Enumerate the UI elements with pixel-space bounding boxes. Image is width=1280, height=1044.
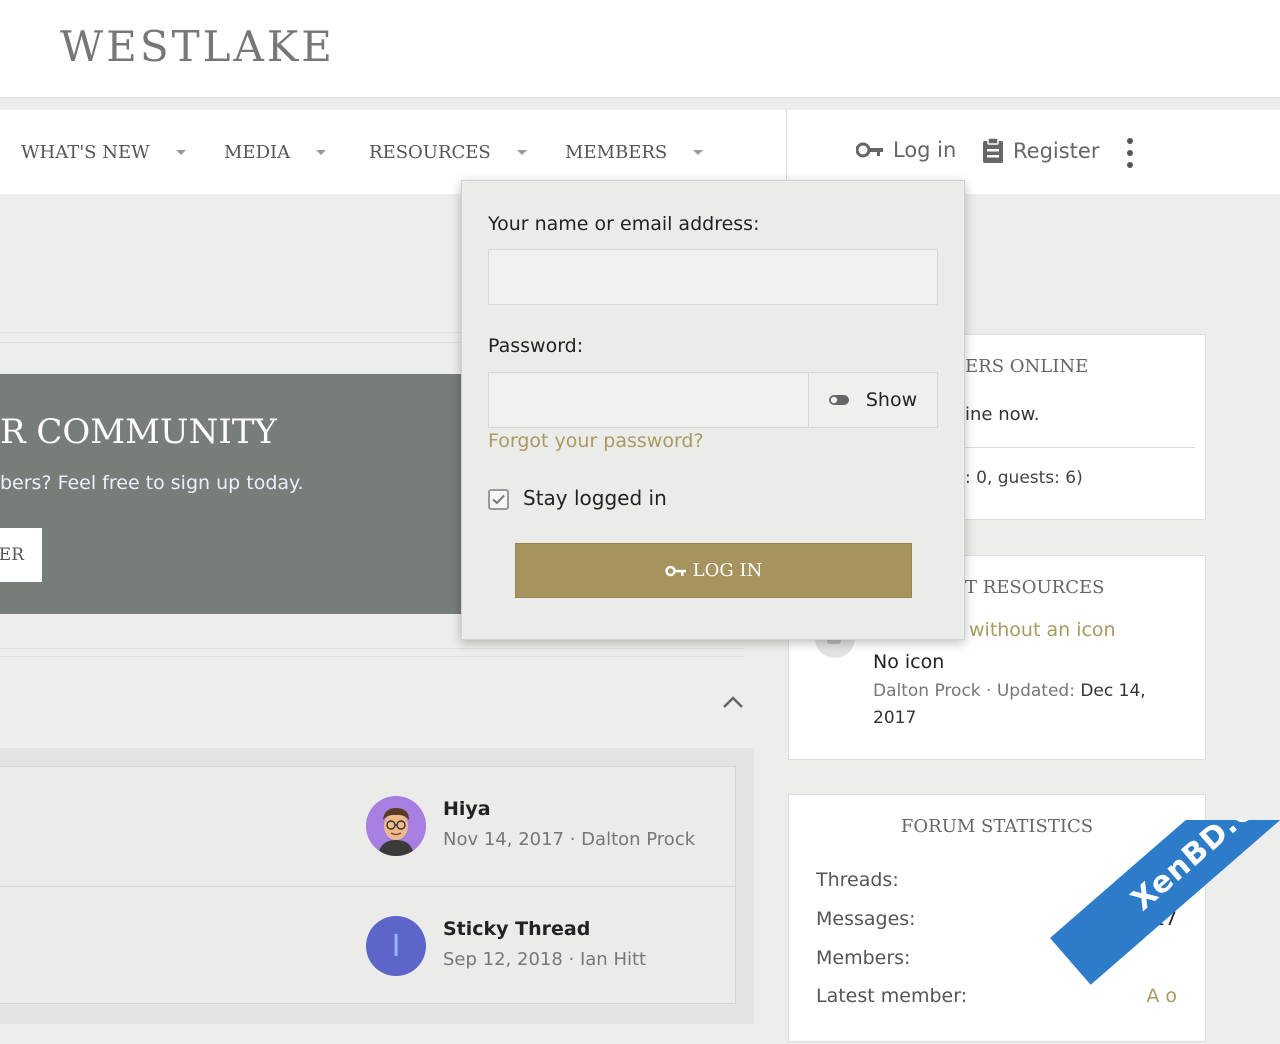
latest-member-link[interactable]: A o [1146, 985, 1177, 1007]
stat-label: Members: [816, 947, 911, 969]
show-password-button[interactable]: Show [808, 372, 938, 428]
divider [0, 342, 460, 343]
stat-label: Messages: [816, 908, 916, 930]
block-title[interactable]: ERS ONLINE [965, 356, 1088, 377]
password-label: Password: [488, 335, 584, 357]
thread-meta: Sep 12, 2018 · Ian Hitt [443, 949, 647, 970]
thread-title[interactable]: Sticky Thread [443, 918, 590, 940]
thread-title[interactable]: Hiya [443, 798, 491, 820]
username-label: Your name or email address: [488, 213, 760, 235]
check-icon [492, 494, 505, 505]
divider [0, 648, 744, 649]
clipboard-icon [982, 138, 1004, 164]
nav-item-members[interactable]: MEMBERS [565, 142, 704, 163]
stat-value: 13 [1152, 869, 1177, 891]
resource-date: Dec 14, [1080, 681, 1146, 701]
notice-banner: R COMMUNITY bers? Feel free to sign up t… [0, 374, 470, 614]
caret-down-icon[interactable] [516, 150, 527, 155]
thread-meta: Nov 14, 2017 · Dalton Prock [443, 829, 696, 850]
username-input[interactable] [488, 249, 938, 305]
show-label: Show [865, 389, 918, 411]
resource-name: No icon [873, 651, 945, 673]
block-title: FORUM STATISTICS [900, 816, 1094, 837]
divider [965, 447, 1195, 448]
login-link[interactable]: Log in [856, 138, 956, 162]
stat-value: 17 [1152, 908, 1177, 930]
site-header: WESTLAKE [0, 0, 1280, 98]
caret-down-icon[interactable] [175, 150, 186, 155]
nav-item-whats-new[interactable]: WHAT'S NEW [21, 142, 186, 163]
password-input[interactable] [488, 372, 809, 428]
register-link[interactable]: Register [982, 138, 1099, 164]
caret-down-icon[interactable] [693, 150, 704, 155]
more-vertical-icon[interactable] [1124, 138, 1136, 168]
chevron-up-icon[interactable] [722, 694, 744, 713]
thread-row[interactable]: I Sticky Thread Sep 12, 2018 · Ian Hitt [0, 886, 736, 1005]
avatar[interactable]: I [366, 916, 426, 976]
thread-row[interactable]: Hiya Nov 14, 2017 · Dalton Prock [0, 767, 736, 886]
login-submit-button[interactable]: LOG IN [515, 543, 912, 598]
online-text: ine now. [965, 404, 1040, 425]
thread-list: Hiya Nov 14, 2017 · Dalton Prock I Stick… [0, 766, 736, 1004]
nav-item-media[interactable]: MEDIA [224, 142, 327, 163]
person-avatar-icon [366, 796, 426, 856]
login-label: Log in [893, 138, 957, 162]
divider [0, 656, 744, 657]
resource-link[interactable]: without an icon [969, 619, 1116, 641]
stay-logged-in-checkbox[interactable] [488, 489, 509, 510]
nav-item-label: MEDIA [224, 142, 291, 163]
nav-item-label: MEMBERS [565, 142, 668, 163]
nav-item-label: WHAT'S NEW [21, 142, 150, 163]
caret-down-icon[interactable] [316, 150, 327, 155]
resource-meta: Dalton Prock · Updated: Dec 14, [873, 681, 1146, 701]
resource-author: Dalton Prock · Updated: [873, 681, 1081, 701]
block-title[interactable]: T RESOURCES [965, 577, 1104, 598]
login-submit-label: LOG IN [692, 560, 763, 581]
nav-item-label: RESOURCES [369, 142, 491, 163]
online-totals: : 0, guests: 6) [965, 468, 1083, 488]
login-menu: Your name or email address: Password: Sh… [461, 180, 965, 640]
register-label: Register [1013, 139, 1100, 163]
nav-item-resources[interactable]: RESOURCES [369, 142, 527, 163]
stat-label: Threads: [816, 869, 899, 891]
divider [0, 332, 460, 333]
notice-title: R COMMUNITY [0, 412, 277, 452]
stat-label: Latest member: [816, 985, 968, 1007]
forgot-password-link[interactable]: Forgot your password? [488, 430, 704, 452]
avatar[interactable] [366, 796, 426, 856]
key-icon [856, 142, 884, 158]
site-logo[interactable]: WESTLAKE [60, 22, 335, 71]
register-button[interactable]: ER [0, 528, 42, 582]
notice-subtitle: bers? Feel free to sign up today. [0, 472, 304, 494]
toggle-icon [828, 395, 849, 405]
forum-statistics-block: FORUM STATISTICS Threads: 13 Messages: 1… [788, 794, 1206, 1042]
stay-logged-in-label[interactable]: Stay logged in [523, 486, 667, 510]
avatar-letter: I [391, 928, 401, 964]
resource-year: 2017 [873, 708, 917, 728]
key-icon [664, 565, 687, 577]
